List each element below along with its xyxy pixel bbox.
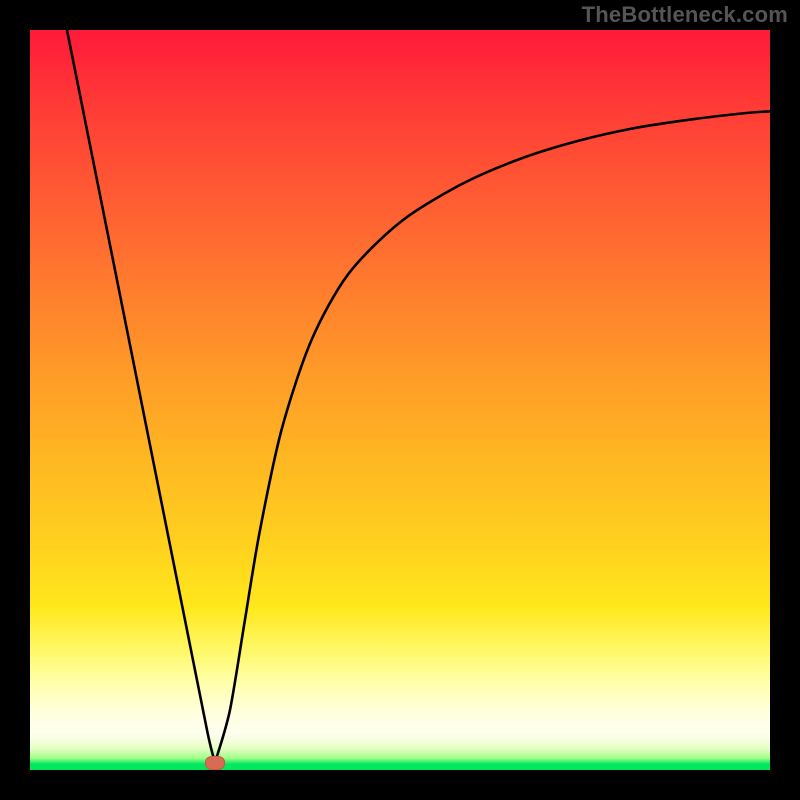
chart-frame: TheBottleneck.com xyxy=(0,0,800,800)
plot-area xyxy=(30,30,770,770)
bottleneck-curve xyxy=(30,30,770,770)
watermark-label: TheBottleneck.com xyxy=(582,2,788,28)
optimal-point-marker xyxy=(205,756,225,770)
